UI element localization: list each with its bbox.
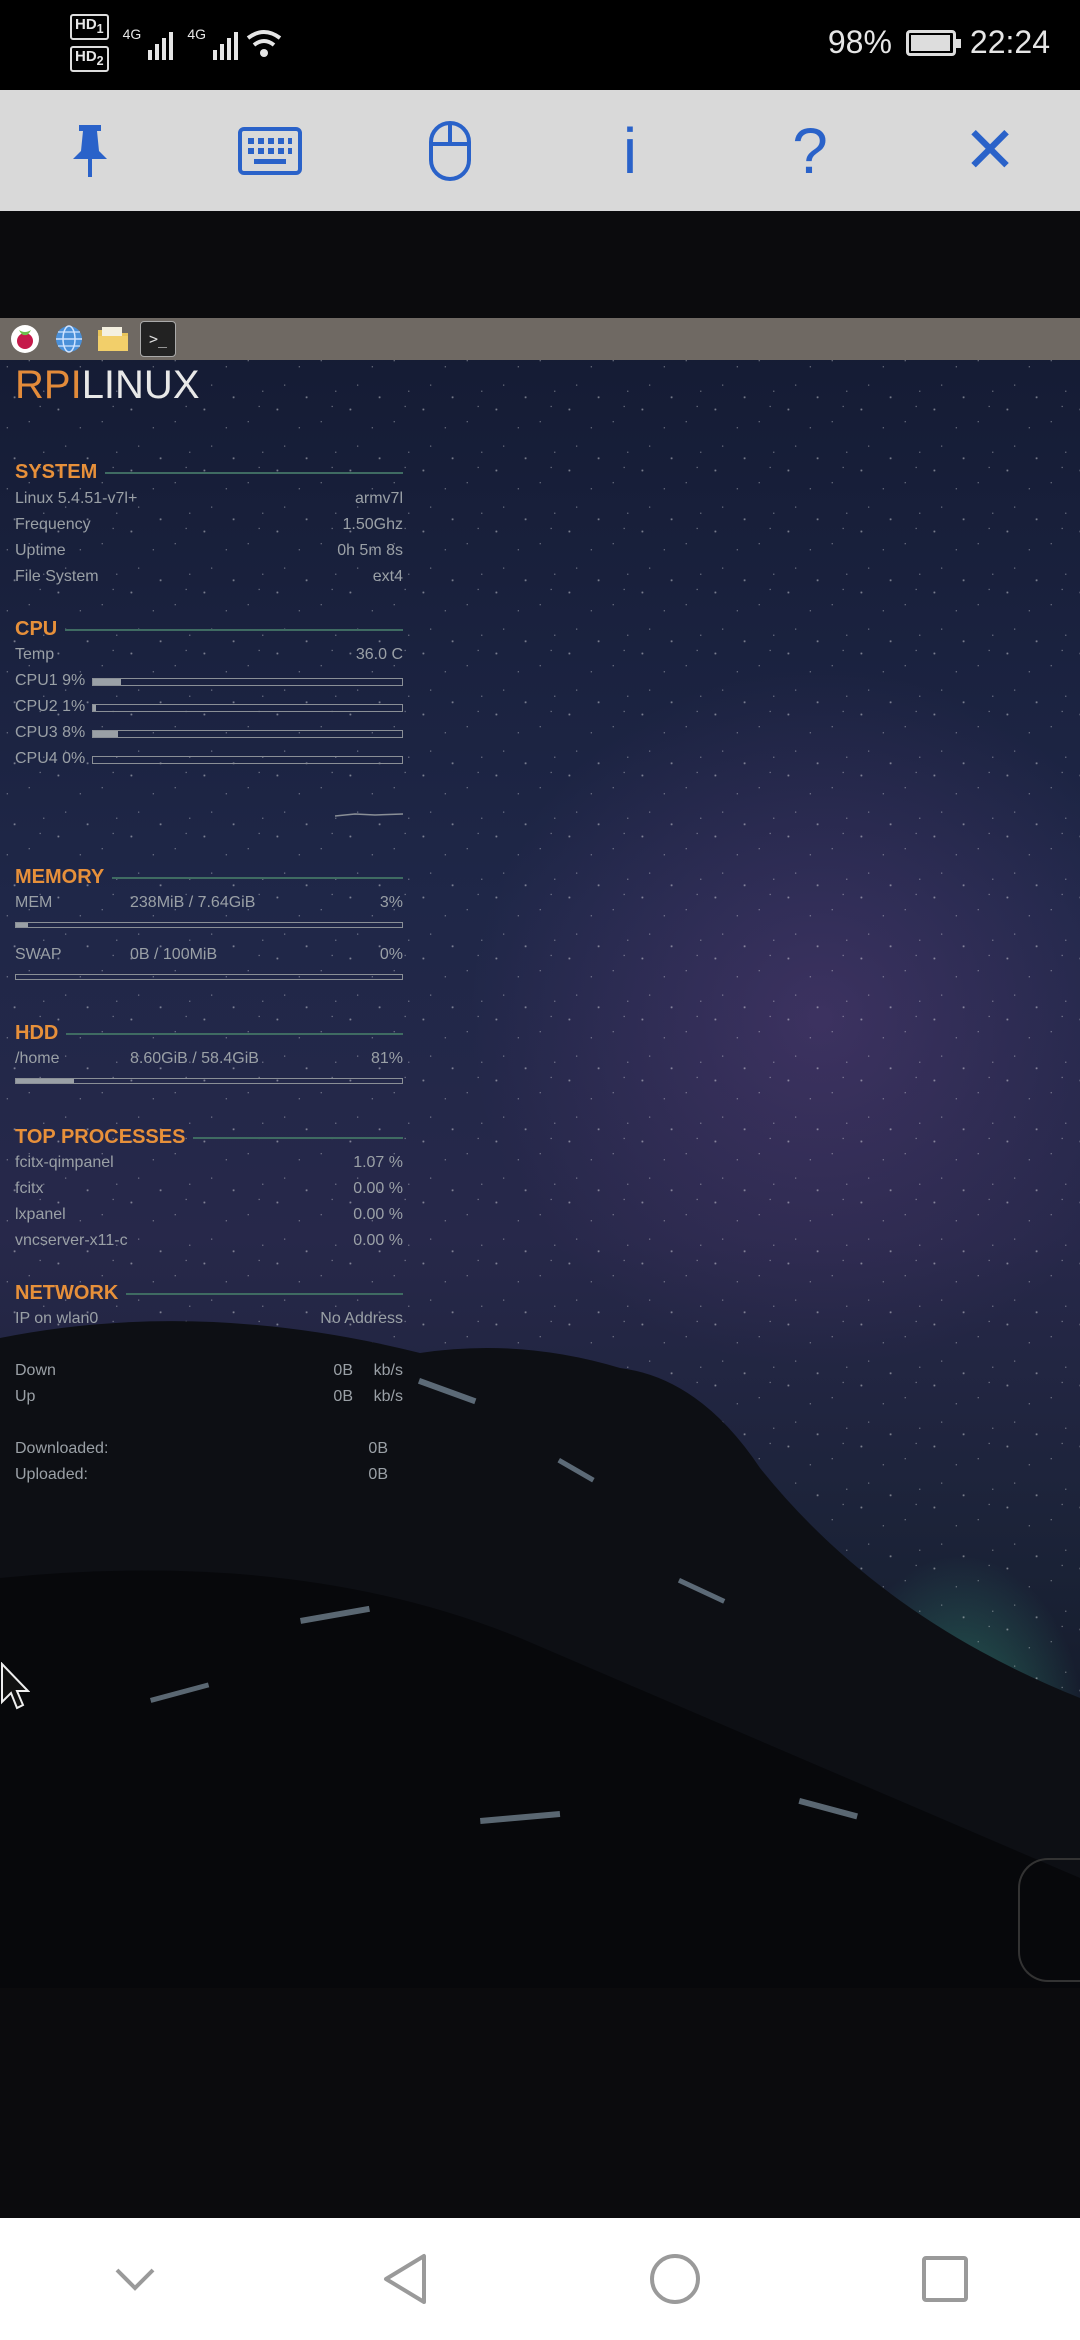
terminal-icon: >_: [148, 330, 168, 348]
system-row: Linux 5.4.51-v7l+ armv7l: [15, 490, 403, 507]
wifi-icon: [246, 30, 282, 57]
network-down-row: Down 0B kb/s: [15, 1362, 403, 1379]
close-icon: ✕: [963, 114, 1017, 186]
mem-row: MEM 238MiB / 7.64GiB 3%: [15, 894, 403, 911]
globe-icon: [56, 325, 82, 353]
sim-indicators: HD1 HD2: [70, 14, 109, 72]
folder-icon: [98, 327, 128, 351]
file-manager-button[interactable]: [96, 322, 130, 356]
menu-button[interactable]: [8, 322, 42, 356]
recents-button[interactable]: [905, 2239, 985, 2319]
floating-handle[interactable]: [1018, 1858, 1080, 1982]
process-row: lxpanel 0.00 %: [15, 1206, 403, 1223]
chevron-down-icon: [115, 2268, 155, 2291]
system-section-header: SYSTEM: [15, 461, 403, 484]
network-downloaded-row: Downloaded: 0B: [15, 1440, 388, 1457]
status-icons-left: HD1 HD2 4G 4G: [70, 14, 284, 72]
pin-button[interactable]: [45, 106, 135, 196]
terminal-button[interactable]: >_: [140, 321, 176, 357]
swap-bar: [15, 974, 403, 980]
info-button[interactable]: i: [585, 106, 675, 196]
keyboard-icon: [238, 126, 302, 175]
process-row: vncserver-x11-c 0.00 %: [15, 1232, 403, 1249]
status-icons-right: 98% 22:24: [828, 24, 1050, 61]
brand-logo: RPILINUX: [15, 363, 200, 407]
network-up-row: Up 0B kb/s: [15, 1388, 403, 1405]
sim2-icon: HD2: [70, 46, 109, 72]
home-icon: [650, 2254, 700, 2304]
signal-icon: 4G: [187, 26, 238, 60]
processes-section-header: TOP PROCESSES: [15, 1126, 403, 1149]
system-row: File System ext4: [15, 568, 403, 585]
cpu-core-bar: [92, 678, 403, 686]
status-bar: HD1 HD2 4G 4G 98% 22:24: [0, 0, 1080, 90]
signal-icon: 4G: [123, 26, 174, 60]
system-row: Uptime 0h 5m 8s: [15, 542, 403, 559]
network-uploaded-row: Uploaded: 0B: [15, 1466, 388, 1483]
pin-icon: [73, 124, 107, 177]
keyboard-button[interactable]: [225, 106, 315, 196]
hdd-section-header: HDD: [15, 1022, 403, 1045]
cpu-core-bar: [92, 730, 403, 738]
memory-section-header: MEMORY: [15, 866, 403, 889]
network-ip-row: IP on wlan0 No Address: [15, 1310, 403, 1327]
battery-icon: [905, 29, 961, 56]
network-section-header: NETWORK: [15, 1282, 403, 1305]
cpu-graph: [335, 813, 403, 817]
system-row: Frequency 1.50Ghz: [15, 516, 403, 533]
swap-row: SWAP 0B / 100MiB 0%: [15, 946, 403, 963]
mouse-icon: [429, 120, 471, 181]
mouse-button[interactable]: [405, 106, 495, 196]
info-icon: i: [622, 114, 638, 187]
help-icon: ?: [792, 114, 828, 187]
android-nav-bar: [0, 2218, 1080, 2340]
mem-bar: [15, 922, 403, 928]
process-row: fcitx 0.00 %: [15, 1180, 403, 1197]
remote-desktop[interactable]: >_ RPILINUX SYSTEM Linux 5.4.51-v7l+ armv…: [0, 318, 1080, 1988]
hdd-bar: [15, 1078, 403, 1084]
lxpanel-taskbar: >_: [0, 318, 1080, 360]
hide-keyboard-button[interactable]: [95, 2239, 175, 2319]
cpu-temp-row: Temp 36.0 C: [15, 646, 403, 663]
cpu-section-header: CPU: [15, 618, 403, 641]
help-button[interactable]: ?: [765, 106, 855, 196]
back-button[interactable]: [365, 2239, 445, 2319]
battery-percent: 98%: [827, 24, 892, 60]
recents-icon: [922, 2256, 968, 2302]
vnc-toolbar: i ? ✕: [0, 90, 1080, 211]
sim1-icon: HD1: [70, 14, 109, 40]
hdd-row: /home 8.60GiB / 58.4GiB 81%: [15, 1050, 403, 1067]
back-icon: [384, 2254, 426, 2304]
process-row: fcitx-qimpanel 1.07 %: [15, 1154, 403, 1171]
cpu-core-bar: [92, 704, 403, 712]
cpu-core-bar: [92, 756, 403, 764]
browser-button[interactable]: [52, 322, 86, 356]
clock: 22:24: [969, 24, 1050, 60]
close-button[interactable]: ✕: [945, 106, 1035, 196]
mouse-cursor-icon: [0, 1662, 30, 1710]
home-button[interactable]: [635, 2239, 715, 2319]
raspberry-icon: [11, 325, 39, 353]
